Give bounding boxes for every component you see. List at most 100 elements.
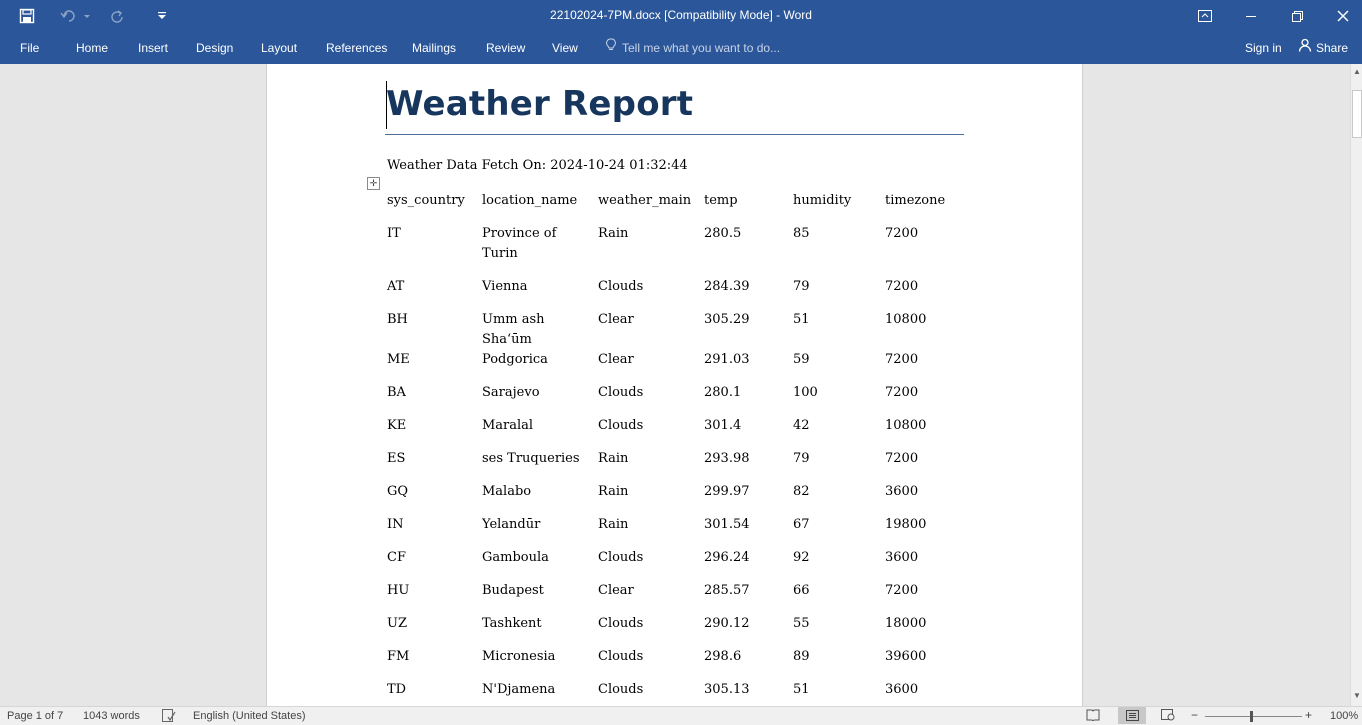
cell-location-name[interactable]: Vienna [482,277,598,310]
cell-sys-country[interactable]: BA [387,383,482,416]
minimize-icon[interactable] [1228,0,1274,32]
cell-location-name[interactable]: Yelandūr [482,515,598,548]
tab-layout[interactable]: Layout [261,38,297,58]
cell-timezone[interactable]: 7200 [885,383,965,416]
cell-weather-main[interactable]: Rain [598,515,704,548]
restore-icon[interactable] [1274,0,1320,32]
close-icon[interactable] [1320,0,1362,32]
cell-humidity[interactable]: 42 [793,416,885,449]
cell-temp[interactable]: 305.13 [704,680,793,706]
tab-mailings[interactable]: Mailings [412,38,456,58]
cell-timezone[interactable]: 7200 [885,581,965,614]
cell-sys-country[interactable]: TD [387,680,482,706]
cell-timezone[interactable]: 3600 [885,482,965,515]
cell-location-name[interactable]: Podgorica [482,350,598,383]
cell-timezone[interactable]: 39600 [885,647,965,680]
cell-temp[interactable]: 296.24 [704,548,793,581]
cell-sys-country[interactable]: ES [387,449,482,482]
cell-sys-country[interactable]: ME [387,350,482,383]
cell-location-name[interactable]: Gamboula [482,548,598,581]
cell-temp[interactable]: 291.03 [704,350,793,383]
cell-sys-country[interactable]: GQ [387,482,482,515]
cell-weather-main[interactable]: Clouds [598,647,704,680]
cell-timezone[interactable]: 10800 [885,416,965,449]
ribbon-display-options-icon[interactable] [1182,0,1228,32]
cell-weather-main[interactable]: Clear [598,581,704,614]
cell-location-name[interactable]: Tashkent [482,614,598,647]
cell-temp[interactable]: 280.5 [704,224,793,277]
cell-location-name[interactable]: Malabo [482,482,598,515]
cell-temp[interactable]: 293.98 [704,449,793,482]
cell-humidity[interactable]: 67 [793,515,885,548]
weather-table[interactable]: sys_country location_name weather_main t… [387,191,965,706]
cell-temp[interactable]: 301.4 [704,416,793,449]
print-layout-icon[interactable] [1118,707,1146,724]
page-count[interactable]: Page 1 of 7 [7,710,63,722]
cell-humidity[interactable]: 66 [793,581,885,614]
cell-timezone[interactable]: 10800 [885,310,965,350]
cell-weather-main[interactable]: Rain [598,482,704,515]
cell-location-name[interactable]: ses Truqueries [482,449,598,482]
header-temp[interactable]: temp [704,191,793,224]
cell-timezone[interactable]: 3600 [885,548,965,581]
cell-temp[interactable]: 280.1 [704,383,793,416]
scrollbar-thumb[interactable] [1352,90,1362,138]
fetch-timestamp[interactable]: Weather Data Fetch On: 2024-10-24 01:32:… [387,158,688,173]
vertical-scrollbar[interactable]: ▲ ▼ [1350,64,1362,706]
cell-weather-main[interactable]: Clouds [598,680,704,706]
share-button[interactable]: Share [1298,38,1348,58]
zoom-slider-track[interactable] [1205,716,1302,717]
cell-temp[interactable]: 301.54 [704,515,793,548]
cell-weather-main[interactable]: Clouds [598,416,704,449]
cell-humidity[interactable]: 92 [793,548,885,581]
document-title[interactable]: Weather Report [386,84,693,124]
cell-timezone[interactable]: 7200 [885,224,965,277]
cell-sys-country[interactable]: IT [387,224,482,277]
cell-humidity[interactable]: 51 [793,310,885,350]
tab-insert[interactable]: Insert [138,38,168,58]
cell-weather-main[interactable]: Clouds [598,614,704,647]
cell-temp[interactable]: 285.57 [704,581,793,614]
cell-location-name[interactable]: Budapest [482,581,598,614]
cell-weather-main[interactable]: Clouds [598,277,704,310]
cell-timezone[interactable]: 18000 [885,614,965,647]
cell-timezone[interactable]: 19800 [885,515,965,548]
cell-weather-main[interactable]: Rain [598,224,704,277]
zoom-out-icon[interactable]: − [1191,708,1198,722]
cell-weather-main[interactable]: Clouds [598,548,704,581]
cell-sys-country[interactable]: IN [387,515,482,548]
cell-humidity[interactable]: 79 [793,277,885,310]
cell-humidity[interactable]: 100 [793,383,885,416]
document-page[interactable]: Weather Report Weather Data Fetch On: 20… [266,64,1083,706]
cell-weather-main[interactable]: Clear [598,310,704,350]
scroll-up-arrow-icon[interactable]: ▲ [1351,66,1362,78]
cell-location-name[interactable]: Sarajevo [482,383,598,416]
language-indicator[interactable]: English (United States) [193,710,306,722]
cell-sys-country[interactable]: CF [387,548,482,581]
cell-sys-country[interactable]: FM [387,647,482,680]
cell-humidity[interactable]: 51 [793,680,885,706]
tab-design[interactable]: Design [196,38,233,58]
cell-weather-main[interactable]: Clear [598,350,704,383]
cell-timezone[interactable]: 7200 [885,277,965,310]
cell-humidity[interactable]: 55 [793,614,885,647]
cell-weather-main[interactable]: Rain [598,449,704,482]
tab-file[interactable]: File [20,38,39,58]
proofing-icon[interactable] [162,709,176,725]
cell-temp[interactable]: 299.97 [704,482,793,515]
header-location-name[interactable]: location_name [482,191,598,224]
web-layout-icon[interactable] [1161,709,1175,724]
cell-location-name[interactable]: N'Djamena [482,680,598,706]
cell-location-name[interactable]: Micronesia [482,647,598,680]
sign-in-link[interactable]: Sign in [1245,38,1282,58]
tell-me-search[interactable]: Tell me what you want to do... [606,38,780,58]
cell-temp[interactable]: 290.12 [704,614,793,647]
cell-temp[interactable]: 298.6 [704,647,793,680]
tab-references[interactable]: References [326,38,387,58]
tab-view[interactable]: View [552,38,578,58]
zoom-slider-thumb[interactable] [1250,711,1253,722]
cell-location-name[interactable]: Umm ash Sha‘ūm [482,310,598,350]
cell-location-name[interactable]: Maralal [482,416,598,449]
cell-humidity[interactable]: 59 [793,350,885,383]
cell-timezone[interactable]: 7200 [885,350,965,383]
